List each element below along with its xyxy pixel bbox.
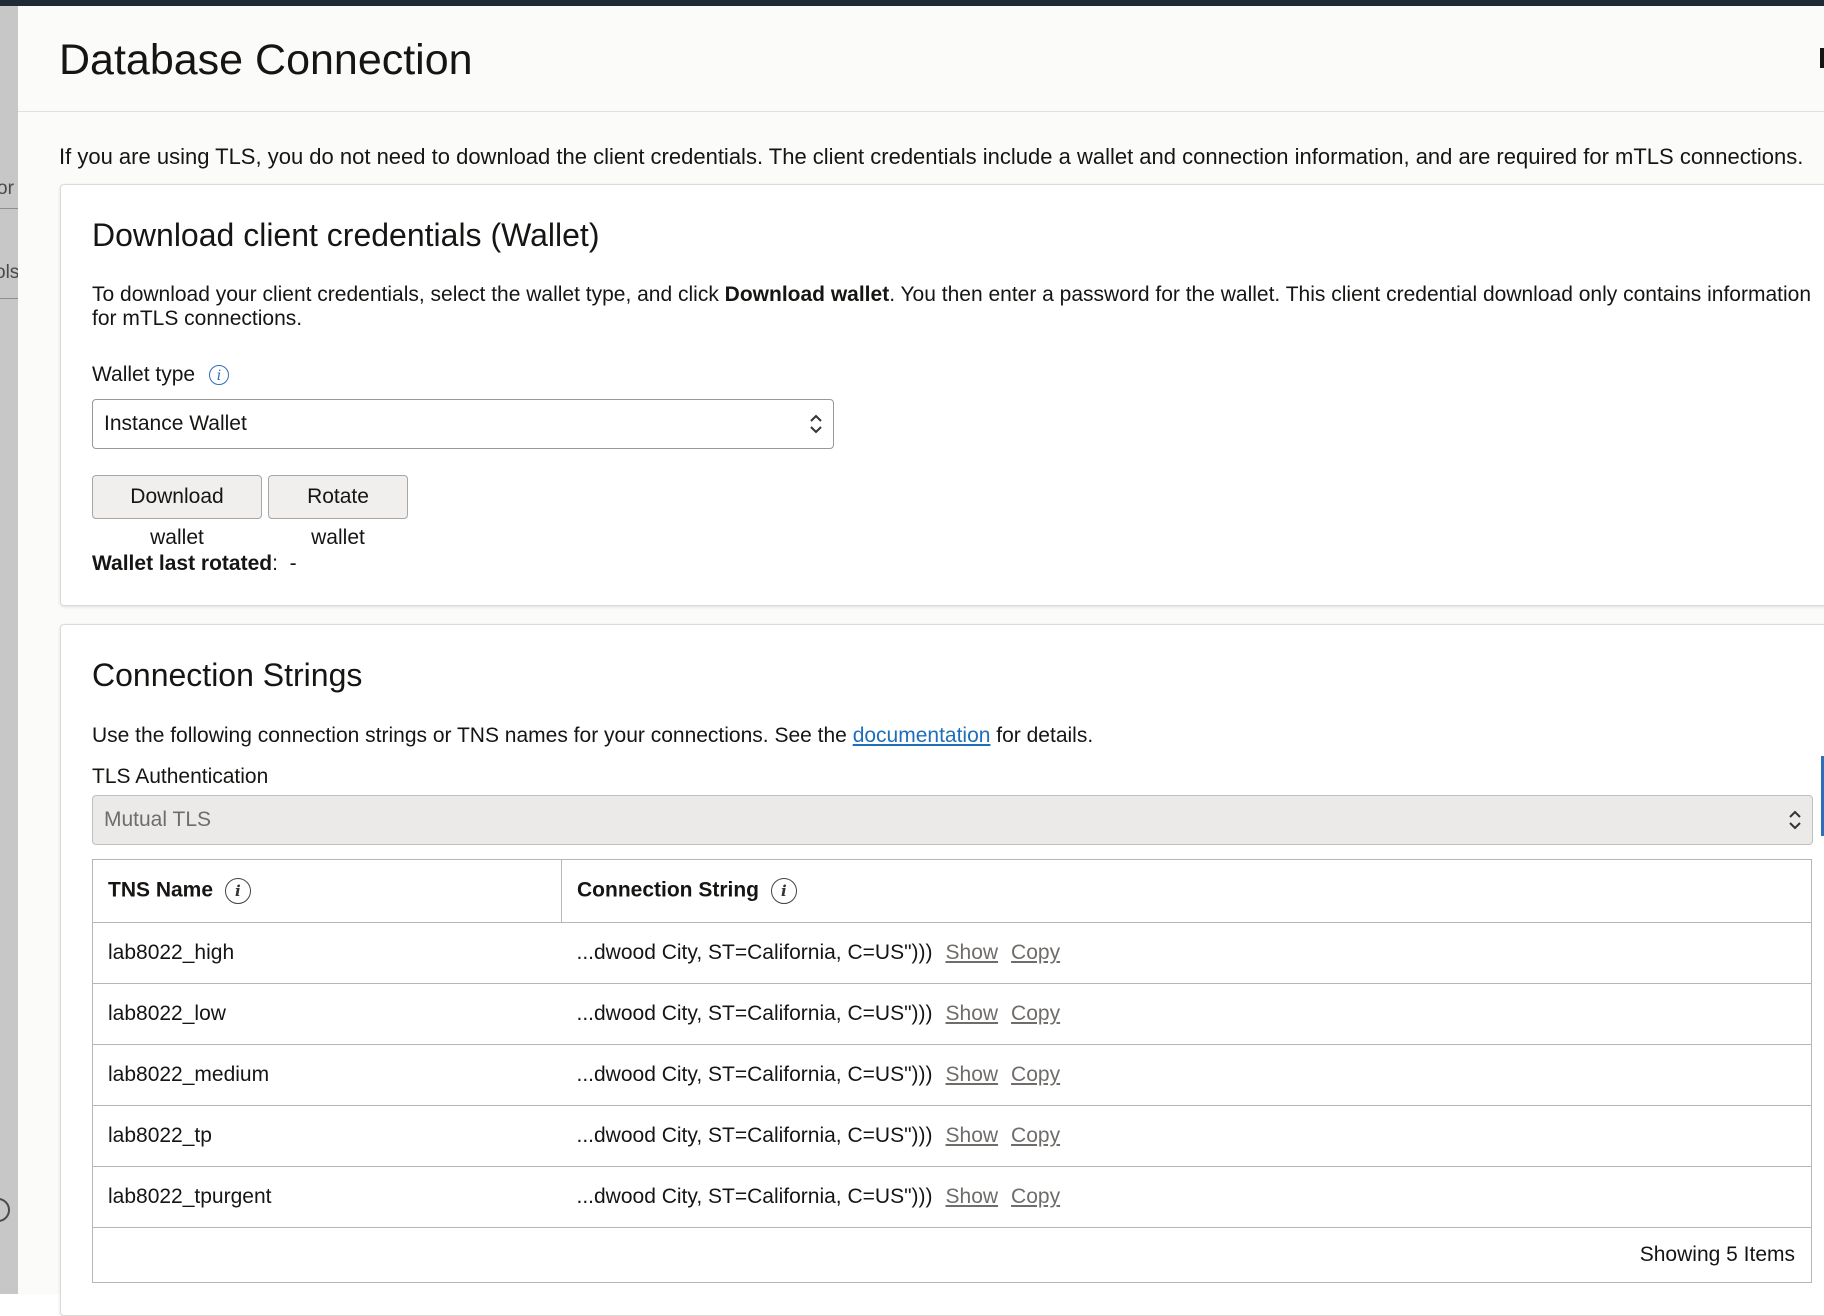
background-page-strip: or ols — [0, 6, 18, 1294]
connection-desc-text: for details. — [990, 724, 1094, 747]
divider — [0, 208, 18, 209]
column-header-tns-name: TNS Name i — [92, 859, 562, 923]
tns-name-cell: lab8022_medium — [92, 1044, 562, 1106]
info-icon[interactable]: i — [770, 878, 797, 904]
show-link[interactable]: Show — [946, 1185, 999, 1208]
tns-table: TNS Name i Connection String i lab8022_h… — [92, 859, 1812, 1283]
connection-strings-card: Connection Strings Use the following con… — [60, 624, 1824, 1316]
copy-link[interactable]: Copy — [1011, 1063, 1060, 1086]
show-link[interactable]: Show — [946, 1002, 999, 1025]
wallet-desc-bold: Download wallet — [724, 283, 890, 306]
table-row: lab8022_low ...dwood City, ST=California… — [92, 983, 1812, 1045]
table-row: lab8022_tp ...dwood City, ST=California,… — [92, 1105, 1812, 1167]
connection-string-text: ...dwood City, ST=California, C=US"))) — [576, 1063, 933, 1086]
background-text-fragment: ols — [0, 262, 18, 283]
wallet-type-label: Wallet type — [92, 363, 196, 386]
wallet-last-rotated-label: Wallet last rotated — [92, 552, 273, 575]
table-row: lab8022_high ...dwood City, ST=Californi… — [92, 922, 1812, 984]
connection-string-cell: ...dwood City, ST=California, C=US"))) Sh… — [561, 922, 1812, 984]
tns-name-cell: lab8022_tpurgent — [92, 1166, 562, 1228]
show-link[interactable]: Show — [946, 1124, 999, 1147]
column-header-connection-string: Connection String i — [561, 859, 1812, 923]
show-link[interactable]: Show — [946, 1063, 999, 1086]
chevron-up-down-icon — [810, 414, 822, 434]
wallet-type-value: Instance Wallet — [104, 412, 247, 435]
wallet-type-select[interactable]: Instance Wallet — [92, 399, 834, 449]
info-icon[interactable]: i — [224, 878, 251, 904]
connection-string-cell: ...dwood City, ST=California, C=US"))) Sh… — [561, 1166, 1812, 1228]
rotate-wallet-button[interactable]: Rotate wallet — [268, 475, 408, 549]
tls-authentication-select[interactable]: Mutual TLS — [92, 795, 1813, 845]
copy-link[interactable]: Copy — [1011, 1185, 1060, 1208]
connection-string-cell: ...dwood City, ST=California, C=US"))) Sh… — [561, 1044, 1812, 1106]
table-row: lab8022_tpurgent ...dwood City, ST=Calif… — [92, 1166, 1812, 1228]
panel-header: Database Connection — [18, 6, 1824, 112]
tls-authentication-value: Mutual TLS — [104, 808, 211, 831]
connection-string-text: ...dwood City, ST=California, C=US"))) — [576, 1185, 933, 1208]
wallet-card: Download client credentials (Wallet) To … — [60, 184, 1824, 606]
tls-authentication-label: TLS Authentication — [92, 765, 269, 788]
info-icon[interactable]: i — [208, 365, 229, 386]
tns-name-cell: lab8022_tp — [92, 1105, 562, 1167]
table-row: lab8022_medium ...dwood City, ST=Califor… — [92, 1044, 1812, 1106]
chevron-up-down-icon — [1789, 810, 1801, 830]
connection-string-text: ...dwood City, ST=California, C=US"))) — [576, 941, 933, 964]
background-icon — [0, 1198, 10, 1222]
tns-name-cell: lab8022_low — [92, 983, 562, 1045]
wallet-desc-text: To download your client credentials, sel… — [92, 283, 725, 306]
table-header-row: TNS Name i Connection String i — [92, 859, 1812, 923]
divider — [0, 298, 18, 299]
connection-string-cell: ...dwood City, ST=California, C=US"))) Sh… — [561, 1105, 1812, 1167]
wallet-section-title: Download client credentials (Wallet) — [92, 217, 600, 253]
table-footer-row: Showing 5 Items — [92, 1227, 1812, 1283]
intro-text: If you are using TLS, you do not need to… — [59, 144, 1804, 169]
wallet-type-label-row: Wallet type i — [92, 363, 229, 387]
connection-string-text: ...dwood City, ST=California, C=US"))) — [576, 1002, 933, 1025]
copy-link[interactable]: Copy — [1011, 941, 1060, 964]
copy-link[interactable]: Copy — [1011, 1124, 1060, 1147]
item-count: Showing 5 Items — [92, 1227, 1812, 1283]
copy-link[interactable]: Copy — [1011, 1002, 1060, 1025]
connection-desc-text: Use the following connection strings or … — [92, 724, 853, 747]
download-wallet-button[interactable]: Download wallet — [92, 475, 262, 549]
connection-string-cell: ...dwood City, ST=California, C=US"))) Sh… — [561, 983, 1812, 1045]
connection-description: Use the following connection strings or … — [92, 724, 1093, 748]
page-title: Database Connection — [59, 36, 473, 84]
wallet-last-rotated: Wallet last rotated: - — [92, 552, 297, 575]
tns-name-cell: lab8022_high — [92, 922, 562, 984]
wallet-description: To download your client credentials, sel… — [92, 283, 1824, 331]
header-label: Connection String — [577, 878, 759, 902]
header-label: TNS Name — [108, 878, 214, 902]
connection-section-title: Connection Strings — [92, 657, 363, 693]
background-text-fragment: or — [0, 178, 14, 199]
show-link[interactable]: Show — [946, 941, 999, 964]
connection-string-text: ...dwood City, ST=California, C=US"))) — [576, 1124, 933, 1147]
documentation-link[interactable]: documentation — [853, 724, 991, 747]
wallet-last-rotated-value: - — [289, 552, 297, 575]
database-connection-panel: Database Connection If you are using TLS… — [18, 6, 1824, 1316]
close-icon[interactable] — [1820, 48, 1824, 68]
